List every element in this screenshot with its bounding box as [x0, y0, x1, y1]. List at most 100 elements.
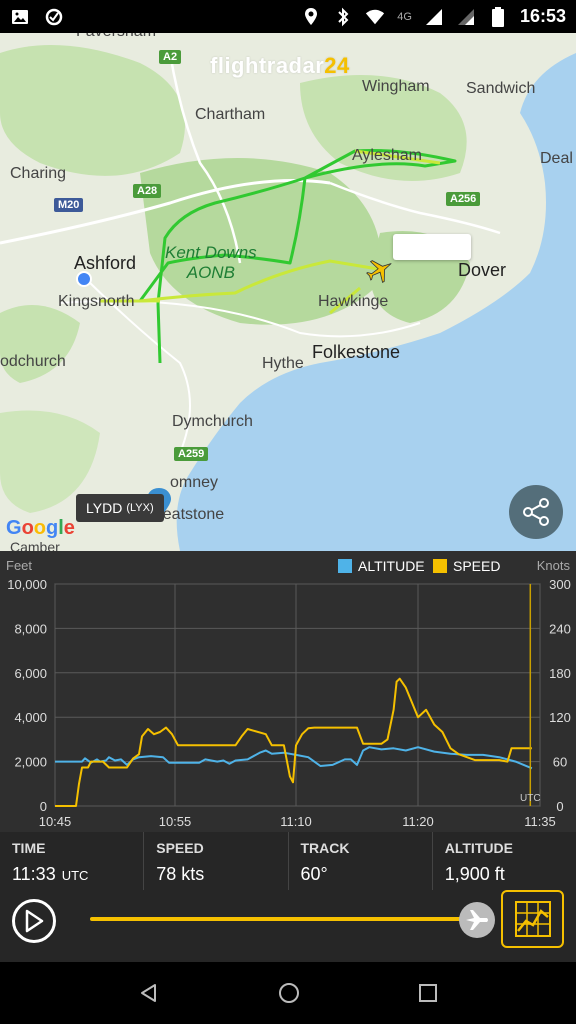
place-wingham: Wingham [362, 78, 430, 95]
sync-icon [44, 7, 64, 27]
stat-time-label: TIME [12, 840, 46, 856]
legend-altitude-swatch [338, 559, 352, 573]
place-dover: Dover [458, 260, 507, 280]
place-chartham: Chartham [195, 106, 266, 123]
chart-toggle-button[interactable] [501, 890, 564, 948]
location-icon [301, 7, 321, 27]
place-faversham: Faversham [76, 33, 156, 41]
right-tick-label: 60 [553, 755, 567, 770]
recents-icon[interactable] [418, 983, 438, 1003]
network-type: 4G [397, 10, 412, 23]
x-tick-label: 11:20 [402, 814, 434, 829]
status-bar: 4G 16:53 [0, 0, 576, 33]
altitude-speed-chart[interactable]: Feet Knots ALTITUDE SPEED 10,000 8,000 6,0… [0, 551, 576, 832]
place-dymchurch: Dymchurch [172, 413, 253, 430]
stat-time-unit: UTC [61, 868, 89, 883]
clock: 16:53 [519, 6, 566, 26]
image-icon [10, 7, 30, 27]
back-icon[interactable] [138, 982, 160, 1004]
stat-track-label: TRACK [300, 840, 350, 856]
bluetooth-icon [333, 7, 353, 27]
right-tick-label: 0 [556, 799, 563, 814]
left-tick-label: 8,000 [14, 621, 47, 636]
road-a2: A2 [159, 50, 182, 64]
legend-speed-swatch [433, 559, 447, 573]
place-kingsnorth: Kingsnorth [58, 293, 135, 310]
place-deal: Deal [540, 150, 573, 167]
stat-speed-value: 78 kts [156, 864, 205, 884]
utc-marker-label: UTC [520, 793, 541, 804]
place-aylesham: Aylesham [352, 147, 422, 164]
stat-time-value: 11:33 [12, 864, 56, 884]
flight-stats: TIME 11:33 UTC SPEED 78 kts TRACK 60° ALT… [0, 832, 576, 890]
stat-speed-label: SPEED [156, 840, 204, 856]
place-charing: Charing [10, 165, 67, 182]
map-canvas [0, 33, 576, 551]
right-axis-ticks: 300 240 180 120 60 0 [549, 577, 571, 814]
playback-controls [0, 890, 576, 962]
place-hythe: Hythe [262, 355, 304, 372]
right-tick-label: 120 [549, 710, 571, 725]
legend-altitude-label: ALTITUDE [358, 558, 425, 574]
road-a256: A256 [446, 192, 481, 206]
place-camber: Camber [10, 539, 60, 551]
place-sandwich: Sandwich [466, 80, 536, 97]
left-tick-label: 0 [40, 799, 47, 814]
left-tick-label: 4,000 [14, 710, 47, 725]
flight-callsign-label[interactable] [393, 234, 471, 260]
right-axis-unit: Knots [537, 558, 571, 573]
play-icon [25, 909, 44, 933]
chart-canvas: Feet Knots ALTITUDE SPEED 10,000 8,000 6,0… [6, 558, 571, 829]
x-axis-ticks: 10:45 10:55 11:10 11:20 11:35 [39, 814, 556, 829]
wifi-icon [365, 7, 385, 27]
chart-series [55, 677, 533, 807]
stat-altitude: ALTITUDE 1,900 ft [433, 832, 576, 890]
stat-speed: SPEED 78 kts [144, 832, 289, 890]
place-ashford: Ashford [74, 253, 137, 273]
right-tick-label: 240 [549, 621, 571, 636]
google-logo: Google [6, 517, 75, 539]
flight-map[interactable]: flightradar24 Faversham Wingham Sandwich… [0, 33, 576, 551]
playback-slider-track[interactable] [90, 917, 475, 921]
playback-slider-handle[interactable] [459, 902, 495, 938]
x-tick-label: 11:10 [280, 814, 312, 829]
stat-altitude-value: 1,900 ft [444, 864, 505, 884]
share-icon [523, 498, 549, 526]
chart-icon [514, 901, 551, 937]
home-icon[interactable] [277, 981, 301, 1005]
battery-icon [488, 6, 508, 27]
share-button[interactable] [509, 485, 563, 539]
stat-track: TRACK 60° [289, 832, 433, 890]
airport-label-lydd[interactable]: LYDD (LYX) [76, 494, 164, 522]
road-a259: A259 [174, 447, 209, 461]
place-romney: omney [170, 474, 219, 491]
left-tick-label: 10,000 [7, 577, 47, 592]
flightradar-logo: flightradar24 [210, 53, 350, 78]
left-tick-label: 6,000 [14, 666, 47, 681]
signal-icon [424, 7, 444, 27]
chart-grid [54, 583, 541, 807]
left-tick-label: 2,000 [14, 755, 47, 770]
place-hawkinge: Hawkinge [318, 293, 389, 310]
signal-icon [456, 7, 476, 27]
place-newchurch: odchurch [0, 353, 66, 370]
road-a28: A28 [133, 184, 162, 198]
kent-downs-aonb-label: Kent Downs AONB [165, 243, 257, 282]
left-axis-unit: Feet [6, 558, 32, 573]
stat-track-value: 60° [300, 864, 328, 884]
play-button[interactable] [12, 899, 56, 943]
left-axis-ticks: 10,000 8,000 6,000 4,000 2,000 0 [7, 577, 47, 814]
series-line-speed [55, 677, 532, 807]
right-tick-label: 300 [549, 577, 571, 592]
x-tick-label: 10:55 [159, 814, 192, 829]
plot-frame [54, 583, 541, 807]
android-nav-bar [0, 962, 576, 1024]
stat-altitude-label: ALTITUDE [444, 840, 513, 856]
stat-time: TIME 11:33 UTC [0, 832, 145, 890]
x-tick-label: 10:45 [39, 814, 72, 829]
right-tick-label: 180 [549, 666, 571, 681]
airplane-icon [466, 910, 488, 930]
x-tick-label: 11:35 [524, 814, 556, 829]
place-folkestone: Folkestone [312, 342, 401, 362]
legend-speed-label: SPEED [453, 558, 500, 574]
